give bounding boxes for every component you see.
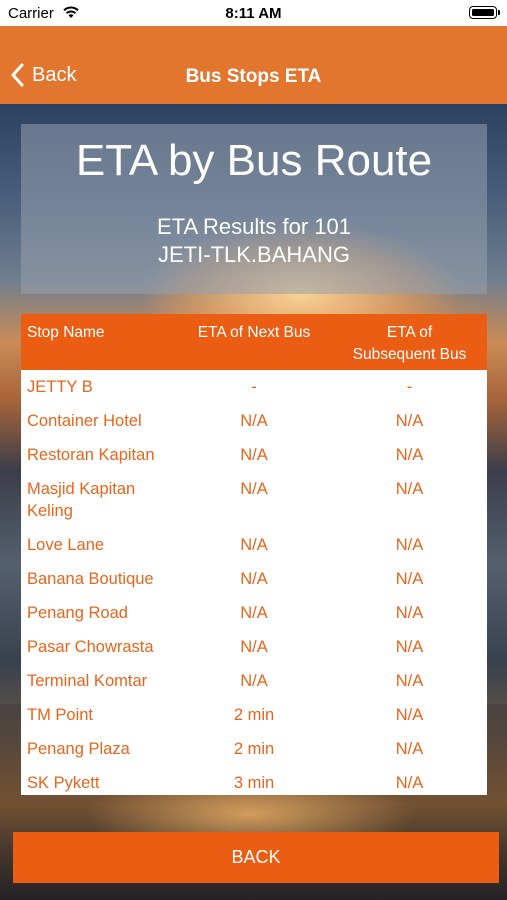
eta-subsequent-bus: N/A (395, 672, 424, 690)
eta-subsequent-bus: N/A (395, 480, 424, 498)
eta-next-bus: - (251, 378, 257, 396)
eta-subsequent-bus: N/A (395, 604, 424, 622)
stop-name: Penang Road (27, 604, 128, 622)
battery-icon (469, 6, 500, 19)
stop-name: TM Point (27, 706, 94, 724)
status-bar: Carrier 8:11 AM (0, 0, 507, 26)
stop-name: Terminal Komtar (27, 672, 148, 690)
results-subtitle: ETA Results for 101 (156, 214, 351, 239)
stop-name: Masjid Kapitan Keling (27, 480, 136, 520)
stop-name: Banana Boutique (27, 570, 154, 588)
table-body: JETTY B - - Container Hotel N/A N/A Rest… (21, 370, 487, 795)
eta-table[interactable]: Stop Name ETA of Next Bus ETA of Subsequ… (21, 314, 487, 795)
nav-title: Bus Stops ETA (185, 66, 322, 87)
eta-next-bus: N/A (240, 570, 268, 588)
eta-next-bus: N/A (240, 536, 268, 554)
eta-subsequent-bus: - (406, 378, 413, 396)
stop-name: Penang Plaza (27, 740, 130, 758)
eta-subsequent-bus: N/A (395, 446, 424, 464)
eta-next-bus: N/A (240, 638, 268, 656)
eta-next-bus: 2 min (233, 706, 275, 724)
column-header-subsequent-bus: ETA of Subsequent Bus (352, 324, 467, 363)
status-time: 8:11 AM (225, 5, 282, 22)
stop-name: Container Hotel (27, 412, 142, 430)
back-button[interactable]: BACK (13, 832, 499, 883)
stop-name: Restoran Kapitan (27, 446, 155, 464)
stop-name: SK Pykett (27, 774, 100, 792)
page-title: ETA by Bus Route (75, 136, 433, 185)
eta-next-bus: N/A (240, 446, 268, 464)
eta-subsequent-bus: N/A (395, 774, 424, 792)
eta-next-bus: N/A (240, 672, 268, 690)
eta-next-bus: N/A (240, 412, 268, 430)
eta-subsequent-bus: N/A (395, 570, 424, 588)
stop-name: JETTY B (27, 378, 93, 396)
eta-next-bus: N/A (240, 480, 268, 498)
route-header-panel: ETA by Bus Route ETA Results for 101 JET… (21, 124, 487, 294)
column-header-stop-name: Stop Name (27, 324, 105, 341)
column-header-next-bus: ETA of Next Bus (197, 324, 311, 341)
eta-next-bus: N/A (240, 604, 268, 622)
eta-subsequent-bus: N/A (395, 412, 424, 430)
navigation-bar: Back Bus Stops ETA (0, 26, 507, 104)
table-header: Stop Name ETA of Next Bus ETA of Subsequ… (21, 314, 487, 370)
eta-subsequent-bus: N/A (395, 536, 424, 554)
eta-next-bus: 2 min (233, 740, 275, 758)
eta-subsequent-bus: N/A (395, 638, 424, 656)
route-name: JETI-TLK.BAHANG (158, 242, 350, 267)
eta-subsequent-bus: N/A (395, 706, 424, 724)
stop-name: Love Lane (27, 536, 105, 554)
eta-subsequent-bus: N/A (395, 740, 424, 758)
eta-next-bus: 3 min (233, 774, 275, 792)
stop-name: Pasar Chowrasta (27, 638, 154, 656)
